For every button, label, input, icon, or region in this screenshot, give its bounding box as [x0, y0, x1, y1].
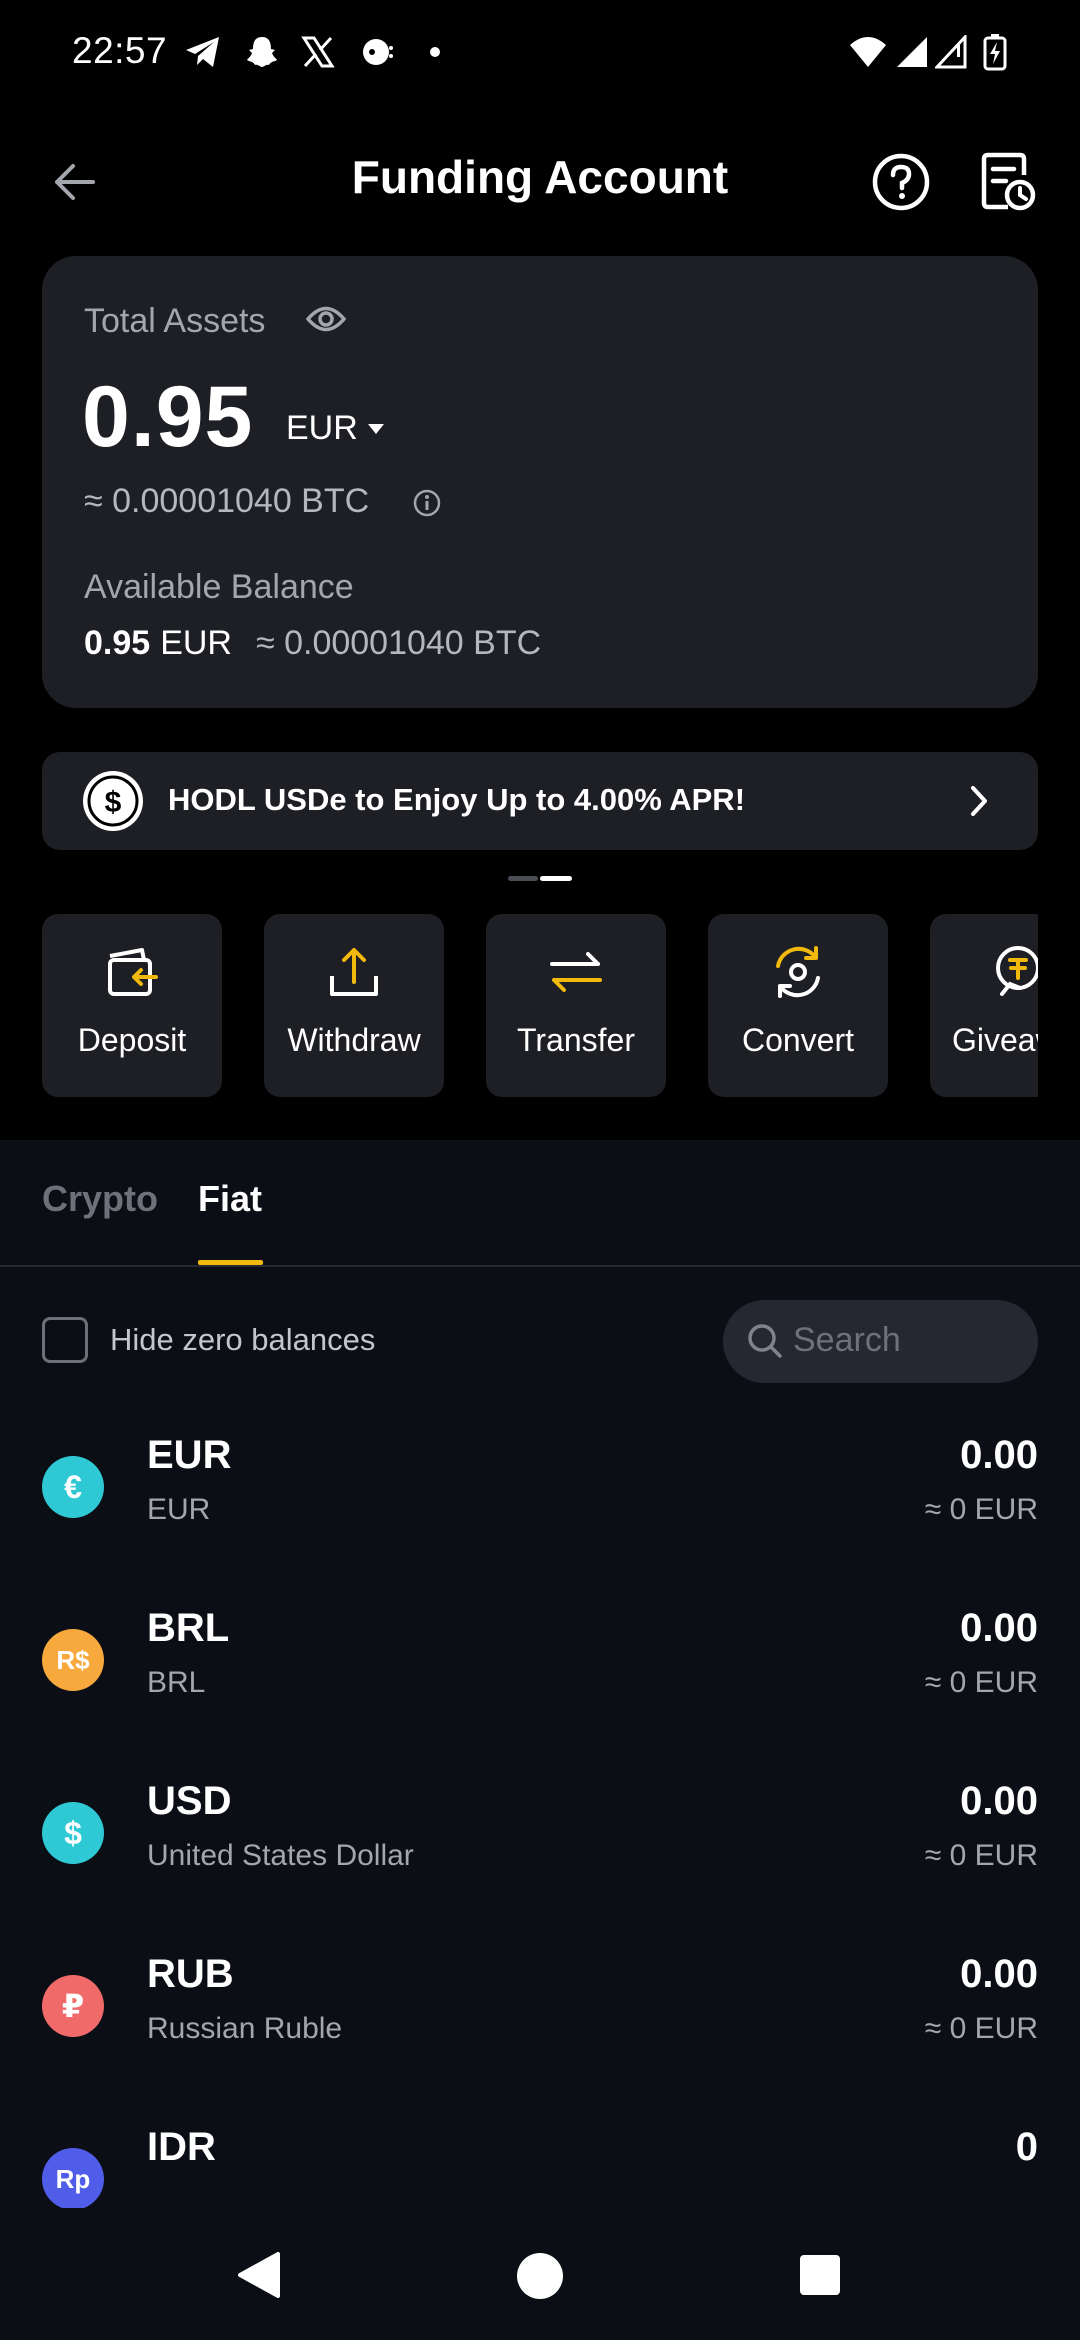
currency-label: EUR [286, 409, 358, 447]
nav-back-button[interactable] [236, 2250, 282, 2305]
coin-name: United States Dollar [147, 1839, 414, 1872]
transfer-button[interactable]: Transfer [486, 914, 666, 1097]
coin-symbol: USD [147, 1779, 232, 1823]
dot-icon [415, 32, 455, 72]
coin-name: BRL [147, 1666, 206, 1699]
coin-symbol: EUR [147, 1433, 232, 1477]
eye-icon[interactable] [305, 304, 347, 339]
deposit-label: Deposit [77, 1022, 187, 1058]
coin-symbol: IDR [147, 2125, 216, 2169]
signal-no-data-icon [932, 32, 972, 72]
nav-home-button[interactable] [516, 2252, 564, 2305]
total-assets-amount: 0.95 [82, 369, 254, 465]
available-balance-currency: EUR [160, 624, 232, 662]
history-button[interactable] [972, 146, 1044, 218]
hide-zero-checkbox[interactable] [42, 1317, 88, 1363]
real-coin-icon: R$ [42, 1629, 104, 1691]
promo-text: HODL USDe to Enjoy Up to 4.00% APR! [168, 782, 746, 817]
nav-recents-button[interactable] [799, 2254, 841, 2301]
giveaway-icon [996, 946, 1038, 996]
chevron-right-icon [968, 784, 990, 823]
coin-equivalent: ≈ 0 EUR [924, 1666, 1038, 1699]
coin-equivalent: ≈ 0 EUR [924, 1839, 1038, 1872]
hide-zero-label: Hide zero balances [110, 1322, 376, 1357]
coin-row-eur[interactable]: € EUR EUR 0.00 ≈ 0 EUR [0, 1413, 1080, 1585]
coin-symbol: RUB [147, 1952, 234, 1996]
transfer-label: Transfer [517, 1022, 635, 1058]
coin-symbol: BRL [147, 1606, 230, 1650]
help-button[interactable] [865, 146, 937, 218]
giveaway-button[interactable]: Giveaw [930, 914, 1038, 1097]
withdraw-button[interactable]: Withdraw [264, 914, 444, 1097]
dollar-coin-icon: $ [42, 1802, 104, 1864]
rupiah-coin-icon: Rp [42, 2148, 104, 2208]
available-balance-row: 0.95 EUR ≈ 0.00001040 BTC [84, 624, 541, 663]
convert-icon [776, 946, 820, 998]
convert-button[interactable]: Convert [708, 914, 888, 1097]
search-input[interactable]: Search [723, 1300, 1038, 1383]
withdraw-icon [330, 948, 378, 996]
info-icon[interactable] [412, 488, 442, 523]
coin-row-usd[interactable]: $ USD United States Dollar 0.00 ≈ 0 EUR [0, 1759, 1080, 1931]
pager-dot-inactive [508, 876, 538, 881]
total-assets-card: Total Assets 0.95 EUR ≈ 0.00001040 BTC A… [42, 256, 1038, 708]
usde-coin-icon: $ [82, 770, 144, 837]
search-placeholder: Search [793, 1321, 901, 1359]
status-bar: 22:57 [0, 0, 1080, 110]
nav-home-icon [517, 2253, 563, 2299]
nav-back-icon [238, 2252, 280, 2298]
currency-selector[interactable]: EUR [286, 409, 386, 448]
caret-down-icon [367, 423, 384, 434]
nav-recents-icon [800, 2255, 840, 2295]
status-time: 22:57 [72, 30, 168, 71]
coin-equivalent: ≈ 0 EUR [924, 1493, 1038, 1526]
coin-row-rub[interactable]: ₽ RUB Russian Ruble 0.00 ≈ 0 EUR [0, 1932, 1080, 2104]
convert-label: Convert [741, 1022, 855, 1058]
battery-charging-icon [975, 32, 1015, 72]
available-balance-label: Available Balance [84, 568, 354, 606]
total-assets-label: Total Assets [84, 302, 266, 340]
deposit-button[interactable]: Deposit [42, 914, 222, 1097]
signal-icon [892, 32, 932, 72]
tab-fiat[interactable]: Fiat [198, 1178, 262, 1220]
coin-row-idr[interactable]: Rp IDR 0 [0, 2105, 1080, 2208]
coin-row-brl[interactable]: R$ BRL BRL 0.00 ≈ 0 EUR [0, 1586, 1080, 1758]
coin-amount: 0.00 [960, 1952, 1038, 1996]
pager-dot-active [540, 876, 572, 881]
euro-coin-icon: € [42, 1456, 104, 1518]
x-icon [298, 32, 338, 72]
search-icon [748, 1324, 782, 1358]
snapchat-icon [242, 32, 282, 72]
deposit-icon [108, 948, 158, 996]
chat-icon [358, 32, 398, 72]
tabs-divider [0, 1265, 1080, 1267]
coin-equivalent: ≈ 0 EUR [924, 2012, 1038, 2045]
coin-amount: 0.00 [960, 1433, 1038, 1477]
ruble-coin-icon: ₽ [42, 1975, 104, 2037]
promo-banner[interactable]: $ HODL USDe to Enjoy Up to 4.00% APR! [42, 752, 1038, 850]
coin-amount: 0 [1015, 2125, 1038, 2169]
available-balance-amount: 0.95 [84, 624, 151, 662]
history-icon [981, 152, 1036, 211]
tab-crypto[interactable]: Crypto [42, 1178, 158, 1220]
coin-amount: 0.00 [960, 1779, 1038, 1823]
withdraw-label: Withdraw [287, 1022, 421, 1058]
telegram-icon [183, 32, 223, 72]
tab-active-indicator [198, 1260, 263, 1265]
coin-amount: 0.00 [960, 1606, 1038, 1650]
wifi-icon [848, 32, 888, 72]
coin-name: EUR [147, 1493, 211, 1526]
transfer-icon [550, 952, 602, 992]
svg-text:$: $ [105, 786, 122, 819]
giveaway-label: Giveaw [952, 1022, 1038, 1058]
help-icon [872, 153, 930, 211]
available-balance-btc: ≈ 0.00001040 BTC [255, 624, 542, 662]
system-nav-bar [0, 2208, 1080, 2340]
btc-equivalent: ≈ 0.00001040 BTC [84, 482, 370, 520]
coin-name: Russian Ruble [147, 2012, 343, 2045]
